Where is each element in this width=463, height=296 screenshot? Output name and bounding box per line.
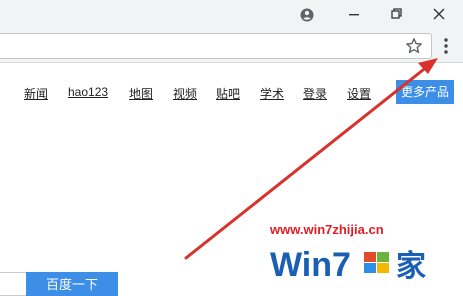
watermark-logo: Win7 家 — [270, 246, 426, 284]
watermark-url: www.win7zhijia.cn — [270, 222, 384, 237]
svg-text:Win7: Win7 — [270, 246, 351, 284]
svg-text:家: 家 — [396, 249, 426, 284]
